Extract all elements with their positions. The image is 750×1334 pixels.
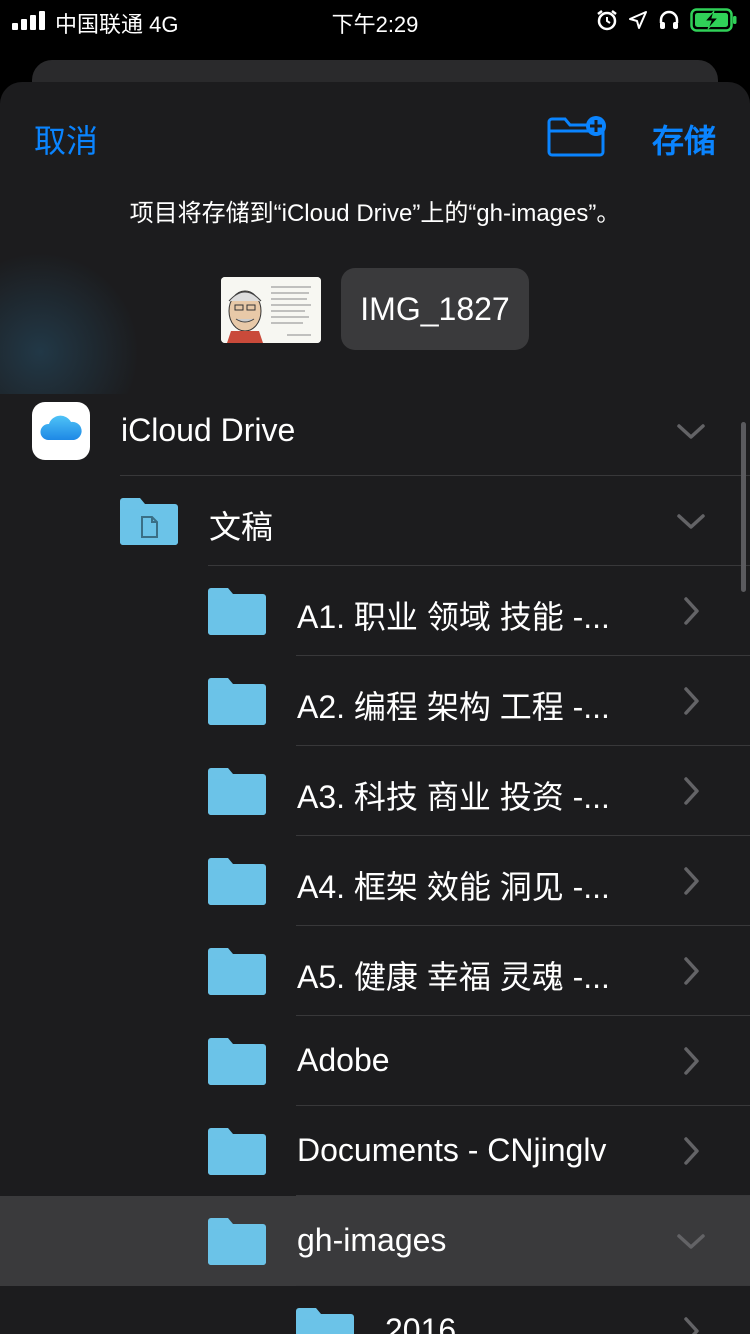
save-button[interactable]: 存储 [652, 116, 716, 162]
scrollbar[interactable] [741, 422, 746, 592]
chevron-right-icon[interactable] [676, 686, 706, 716]
icloud-drive-row[interactable]: iCloud Drive [0, 386, 750, 476]
cancel-button[interactable]: 取消 [34, 116, 98, 162]
folder-name: A5. 健康 幸福 灵魂 -... [297, 959, 610, 995]
chevron-down-icon[interactable] [676, 1226, 706, 1256]
status-bar: 中国联通 4G 下午2:29 [0, 0, 750, 40]
image-thumbnail [221, 277, 321, 343]
folder-name: iCloud Drive [121, 412, 296, 448]
location-icon [629, 11, 647, 29]
folder-icon [208, 588, 266, 635]
chevron-right-icon[interactable] [676, 1046, 706, 1076]
folder-name: 2016 [385, 1312, 457, 1334]
save-sheet: 取消 存储 项目将存储到“iCloud Drive”上的“gh-images”。… [0, 82, 750, 1334]
folder-name: A1. 职业 领域 技能 -... [297, 599, 610, 635]
folder-icon [208, 858, 266, 905]
folder-name: Documents - CNjinglv [297, 1132, 607, 1168]
chevron-down-icon[interactable] [676, 506, 706, 536]
chevron-right-icon[interactable] [676, 596, 706, 626]
chevron-right-icon[interactable] [676, 866, 706, 896]
documents-folder-icon [120, 498, 178, 545]
folder-row[interactable]: gh-images [0, 1196, 750, 1286]
folder-name: A2. 编程 架构 工程 -... [297, 689, 610, 725]
folder-row[interactable]: A4. 框架 效能 洞见 -... [0, 836, 750, 926]
folder-icon [208, 948, 266, 995]
alarm-icon [597, 10, 617, 31]
folder-icon [296, 1308, 354, 1334]
battery-charging-icon [690, 8, 737, 32]
chevron-right-icon[interactable] [676, 956, 706, 986]
folder-row[interactable]: 2016 [0, 1286, 750, 1334]
folder-list: iCloud Drive 文稿 A1. 职业 领域 技能 -... A2. 编程 架构… [0, 394, 750, 1334]
icloud-icon [32, 402, 90, 460]
folder-row[interactable]: Adobe [0, 1016, 750, 1106]
folder-row[interactable]: 文稿 [0, 476, 750, 566]
folder-icon [208, 1128, 266, 1175]
folder-name: gh-images [297, 1222, 447, 1258]
filename-field[interactable]: IMG_1827 [341, 268, 529, 350]
chevron-right-icon[interactable] [676, 1136, 706, 1166]
folder-name: Adobe [297, 1042, 390, 1078]
chevron-down-icon[interactable] [676, 416, 706, 446]
headphones-icon [659, 10, 679, 29]
folder-name: 文稿 [209, 509, 274, 545]
folder-row[interactable]: A3. 科技 商业 投资 -... [0, 746, 750, 836]
cellular-signal-icon [12, 10, 45, 30]
folder-icon [208, 678, 266, 725]
folder-name: A3. 科技 商业 投资 -... [297, 779, 610, 815]
folder-icon [208, 1038, 266, 1085]
folder-icon [208, 1218, 266, 1265]
folder-row[interactable]: A5. 健康 幸福 灵魂 -... [0, 926, 750, 1016]
folder-row[interactable]: Documents - CNjinglv [0, 1106, 750, 1196]
chevron-right-icon[interactable] [676, 1316, 706, 1334]
folder-icon [208, 768, 266, 815]
folder-row[interactable]: A1. 职业 领域 技能 -... [0, 566, 750, 656]
carrier-label: 中国联通 4G [55, 12, 179, 37]
folder-row[interactable]: A2. 编程 架构 工程 -... [0, 656, 750, 746]
destination-message: 项目将存储到“iCloud Drive”上的“gh-images”。 [129, 200, 621, 227]
new-folder-icon[interactable] [546, 114, 608, 158]
folder-name: A4. 框架 效能 洞见 -... [297, 869, 610, 905]
chevron-right-icon[interactable] [676, 776, 706, 806]
